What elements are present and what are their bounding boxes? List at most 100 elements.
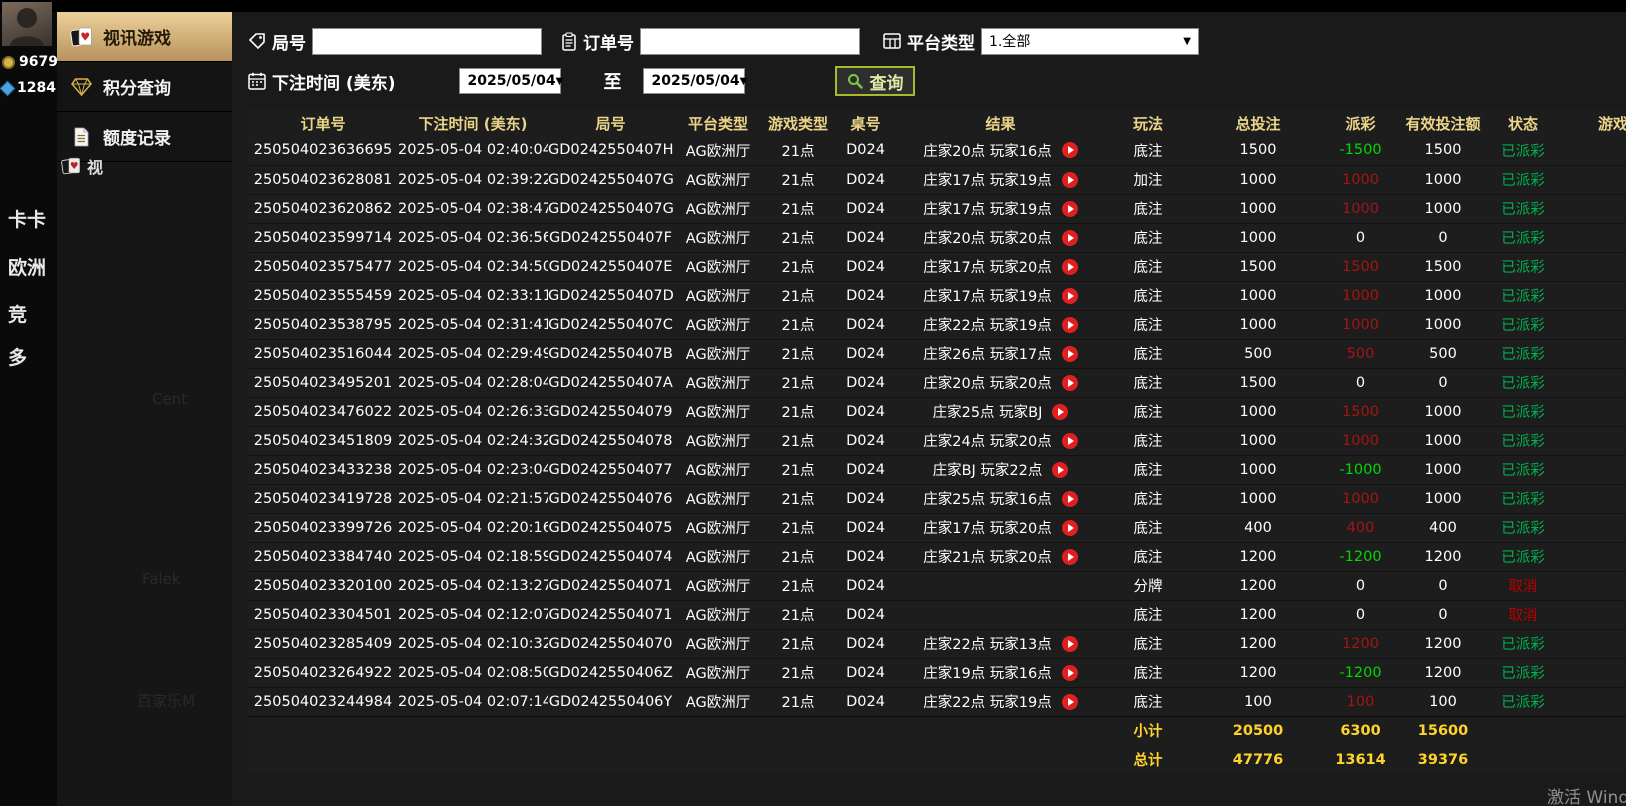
play-result-icon[interactable]	[1061, 316, 1078, 333]
hall-tab-jing[interactable]: 竞	[8, 300, 57, 327]
order-number-input[interactable]	[640, 27, 860, 55]
column-header-payout: 派彩	[1345, 114, 1376, 133]
cell-payout: 100	[1346, 693, 1375, 710]
cell-table_no: D024	[846, 229, 885, 246]
cell-platform: AG欧洲厅	[685, 666, 751, 682]
cell-valid_bet: 0	[1438, 577, 1448, 594]
cell-game_mode: -	[1558, 339, 1626, 368]
hall-tab-europe[interactable]: 欧洲	[8, 253, 57, 280]
play-result-icon[interactable]	[1061, 548, 1078, 565]
play-result-icon[interactable]	[1061, 374, 1078, 391]
cell-order: 250504023538795	[253, 316, 393, 333]
table-row: 250504023320100 2025-05-04 02:13:27 GD0242…	[248, 571, 1626, 600]
cell-total_bet: 1000	[1239, 490, 1277, 507]
table-row: 250504023538795 2025-05-04 02:31:41 GD0242…	[248, 310, 1626, 339]
cell-status: 已派彩	[1501, 550, 1545, 566]
date-to-select[interactable]: 2025/05/04 ▼	[643, 68, 748, 94]
cell-game_mode: -	[1558, 223, 1626, 252]
cell-round: GD0242550407B	[548, 345, 673, 362]
sidebar-item-points-query[interactable]: 积分查询	[57, 62, 232, 112]
column-header-platform: 平台类型	[687, 114, 748, 133]
chevron-down-icon: ▼	[739, 75, 748, 87]
column-header-status: 状态	[1507, 114, 1538, 133]
play-result-icon[interactable]	[1061, 345, 1078, 362]
clipboard-icon	[561, 31, 577, 51]
playing-cards-icon: ♥	[61, 157, 80, 175]
cell-result: 庄家26点 玩家17点	[898, 339, 1103, 368]
round-number-filter: 局号	[248, 27, 542, 55]
summary-empty-cell	[833, 716, 898, 745]
cell-status: 已派彩	[1501, 289, 1545, 305]
sidebar-item-label: 积分查询	[103, 79, 171, 99]
cell-round: GD02425504074	[548, 548, 673, 565]
cell-bet_time: 2025-05-04 02:26:33	[398, 403, 548, 420]
gem-outline-icon	[69, 77, 93, 96]
play-result-icon[interactable]	[1052, 403, 1069, 420]
play-result-icon[interactable]	[1061, 693, 1078, 710]
cell-round: GD0242550406Z	[548, 664, 673, 681]
cell-bet_time: 2025-05-04 02:12:07	[398, 606, 548, 623]
cell-total_bet: 1000	[1239, 229, 1277, 246]
cell-status: 已派彩	[1501, 405, 1545, 421]
cell-round: GD02425504076	[548, 490, 673, 507]
play-result-icon[interactable]	[1061, 200, 1078, 217]
cell-result: 庄家17点 玩家19点	[898, 194, 1103, 223]
summary-empty-cell	[763, 716, 833, 745]
avatar[interactable]	[2, 2, 52, 46]
cell-game_type: 21点	[781, 376, 815, 392]
cell-bet_time: 2025-05-04 02:13:27	[398, 577, 548, 594]
order-number-filter: 订单号	[561, 27, 860, 55]
cell-round: GD0242550407D	[548, 287, 673, 304]
cell-play: 底注	[1133, 608, 1163, 624]
cell-play: 底注	[1133, 143, 1163, 160]
sidebar-item-video-games[interactable]: ♥ 视讯游戏	[57, 12, 232, 62]
play-result-icon[interactable]	[1061, 171, 1078, 188]
summary-empty-cell	[898, 716, 1103, 745]
round-number-label: 局号	[272, 33, 306, 54]
play-result-icon[interactable]	[1061, 287, 1078, 304]
cell-total_bet: 1500	[1239, 142, 1277, 159]
hall-tab-duo[interactable]: 多	[8, 343, 57, 370]
play-result-icon[interactable]	[1061, 635, 1078, 652]
cell-order: 250504023264922	[253, 664, 393, 681]
cell-total_bet: 1000	[1239, 200, 1277, 217]
cell-game_mode: -	[1558, 629, 1626, 658]
sidebar-item-label: 视讯游戏	[103, 29, 171, 49]
chevron-down-icon: ▼	[1183, 35, 1191, 47]
round-number-input[interactable]	[312, 27, 542, 55]
play-result-icon[interactable]	[1061, 432, 1078, 449]
cell-play: 底注	[1133, 260, 1163, 276]
cell-status: 已派彩	[1501, 347, 1545, 363]
play-result-icon[interactable]	[1061, 490, 1078, 507]
summary-empty-cell	[673, 745, 763, 774]
cell-table_no: D024	[846, 664, 885, 681]
cell-platform: AG欧洲厅	[685, 463, 751, 479]
calendar-icon	[248, 72, 266, 90]
cell-result: 庄家25点 玩家BJ	[898, 397, 1103, 426]
hall-tab-kaka[interactable]: 卡卡	[8, 205, 57, 232]
cell-game_mode: -	[1558, 484, 1626, 513]
play-result-icon[interactable]	[1061, 664, 1078, 681]
play-result-icon[interactable]	[1052, 461, 1069, 478]
date-from-select[interactable]: 2025/05/04 ▼	[459, 68, 563, 94]
result-text: 庄家17点 玩家19点	[923, 202, 1052, 218]
cell-valid_bet: 1000	[1424, 171, 1462, 188]
cell-order: 250504023419728	[253, 490, 393, 507]
cell-table_no: D024	[846, 635, 885, 652]
table-row: 250504023419728 2025-05-04 02:21:57 GD0242…	[248, 484, 1626, 513]
cell-result	[898, 600, 1103, 629]
cell-game_type: 21点	[781, 492, 815, 508]
play-result-icon[interactable]	[1061, 142, 1078, 159]
cell-game_mode: -	[1558, 194, 1626, 223]
cell-total_bet: 1000	[1239, 316, 1277, 333]
play-result-icon[interactable]	[1061, 229, 1078, 246]
search-button[interactable]: 查询	[835, 66, 916, 96]
cell-game_mode: -	[1558, 513, 1626, 542]
cell-bet_time: 2025-05-04 02:28:04	[398, 374, 548, 391]
cell-bet_time: 2025-05-04 02:38:47	[398, 200, 548, 217]
cell-status: 已派彩	[1501, 376, 1545, 392]
play-result-icon[interactable]	[1061, 519, 1078, 536]
cell-total_bet: 1000	[1239, 403, 1277, 420]
platform-type-select[interactable]: 1.全部 ▼	[981, 27, 1199, 55]
play-result-icon[interactable]	[1061, 258, 1078, 275]
